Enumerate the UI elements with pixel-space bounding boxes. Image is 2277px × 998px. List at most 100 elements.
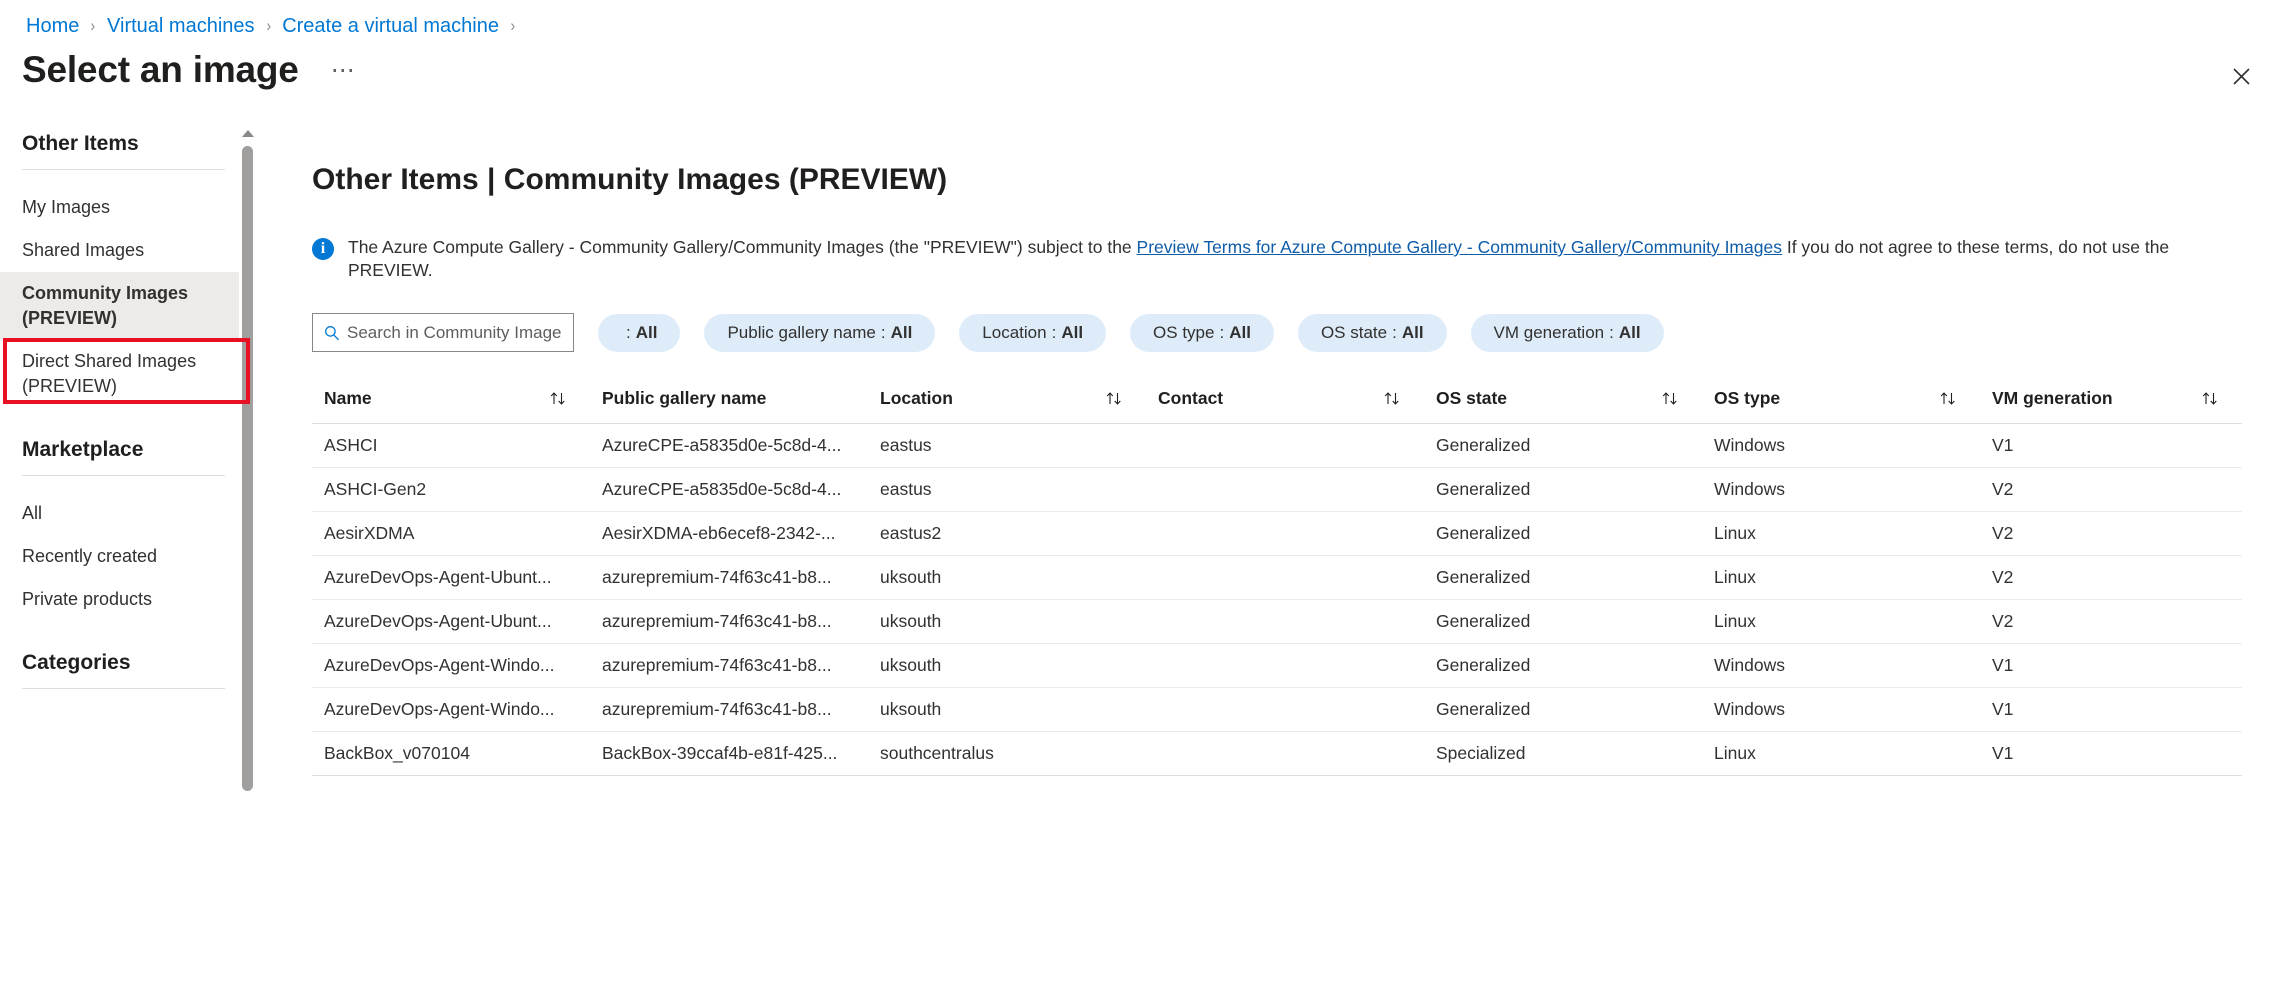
table-header-row: Name Public gallery name (312, 378, 2242, 424)
sidebar-item-private-products[interactable]: Private products (0, 578, 255, 621)
sort-icon[interactable] (549, 391, 568, 406)
column-header-vm-generation[interactable]: VM generation (1980, 378, 2242, 424)
cell-vm-generation: V2 (1980, 512, 2242, 556)
sort-icon[interactable] (1661, 391, 1680, 406)
sidebar-scrollbar[interactable] (239, 128, 255, 843)
column-header-label: OS type (1714, 388, 1780, 409)
sidebar-scroll-area: Other Items My Images Shared Images Comm… (0, 128, 255, 843)
close-button[interactable] (2222, 57, 2260, 95)
table-row[interactable]: ASHCI AzureCPE-a5835d0e-5c8d-4... eastus… (312, 424, 2242, 468)
sidebar-section-heading-categories: Categories (0, 651, 255, 675)
scroll-up-arrow-icon[interactable] (242, 130, 254, 137)
filter-pill-key: OS type (1153, 323, 1214, 343)
filter-pill-location[interactable]: Location:All (959, 314, 1106, 352)
breadcrumb-item-home[interactable]: Home (26, 13, 79, 39)
sort-icon[interactable] (1383, 391, 1402, 406)
table-row[interactable]: AzureDevOps-Agent-Windo... azurepremium-… (312, 644, 2242, 688)
column-header-label: Contact (1158, 388, 1223, 409)
sort-icon[interactable] (1105, 391, 1124, 406)
info-banner-text: The Azure Compute Gallery - Community Ga… (348, 236, 2212, 282)
table-row[interactable]: AesirXDMA AesirXDMA-eb6ecef8-2342-... ea… (312, 512, 2242, 556)
cell-public-gallery-name: BackBox-39ccaf4b-e81f-425... (590, 732, 868, 776)
cell-contact (1146, 688, 1424, 732)
cell-os-state: Generalized (1424, 600, 1702, 644)
cell-public-gallery-name: azurepremium-74f63c41-b8... (590, 688, 868, 732)
cell-vm-generation: V2 (1980, 556, 2242, 600)
breadcrumb-separator-icon: › (266, 13, 271, 39)
sort-icon[interactable] (1939, 391, 1958, 406)
scrollbar-thumb[interactable] (242, 146, 253, 791)
filter-pill-0[interactable]: :All (598, 314, 680, 352)
column-header-name[interactable]: Name (312, 378, 590, 424)
column-header-location[interactable]: Location (868, 378, 1146, 424)
cell-os-type: Windows (1702, 644, 1980, 688)
search-icon (324, 325, 340, 341)
cell-contact (1146, 644, 1424, 688)
cell-vm-generation: V1 (1980, 644, 2242, 688)
main-title: Other Items | Community Images (PREVIEW) (312, 160, 2242, 200)
close-icon (2233, 68, 2250, 85)
sidebar-item-community-images-preview[interactable]: Community Images (PREVIEW) (0, 272, 255, 340)
cell-contact (1146, 556, 1424, 600)
filter-pill-key: Public gallery name (727, 323, 875, 343)
filter-pill-value: All (1229, 323, 1251, 343)
cell-os-type: Windows (1702, 468, 1980, 512)
sidebar-item-my-images[interactable]: My Images (0, 186, 255, 229)
column-header-os-type[interactable]: OS type (1702, 378, 1980, 424)
breadcrumb-item-create-a-virtual-machine[interactable]: Create a virtual machine (282, 13, 499, 39)
sidebar: Other Items My Images Shared Images Comm… (0, 128, 255, 843)
cell-location: uksouth (868, 688, 1146, 732)
main-content: Other Items | Community Images (PREVIEW)… (312, 160, 2242, 776)
filter-pill-os-type[interactable]: OS type:All (1130, 314, 1274, 352)
more-options-icon[interactable]: ⋯ (331, 61, 357, 81)
cell-vm-generation: V1 (1980, 424, 2242, 468)
cell-location: uksouth (868, 600, 1146, 644)
sidebar-item-direct-shared-images-preview[interactable]: Direct Shared Images (PREVIEW) (0, 340, 255, 408)
cell-contact (1146, 468, 1424, 512)
images-table: Name Public gallery name (312, 378, 2242, 776)
cell-name: AzureDevOps-Agent-Ubunt... (312, 600, 590, 644)
sidebar-item-shared-images[interactable]: Shared Images (0, 229, 255, 272)
cell-public-gallery-name: AzureCPE-a5835d0e-5c8d-4... (590, 468, 868, 512)
cell-name: BackBox_v070104 (312, 732, 590, 776)
page-title: Select an image (22, 48, 299, 92)
cell-public-gallery-name: azurepremium-74f63c41-b8... (590, 600, 868, 644)
cell-contact (1146, 424, 1424, 468)
breadcrumb: Home › Virtual machines › Create a virtu… (26, 13, 527, 39)
table-body: ASHCI AzureCPE-a5835d0e-5c8d-4... eastus… (312, 424, 2242, 776)
column-header-contact[interactable]: Contact (1146, 378, 1424, 424)
table-row[interactable]: ASHCI-Gen2 AzureCPE-a5835d0e-5c8d-4... e… (312, 468, 2242, 512)
search-input[interactable] (347, 323, 562, 343)
table-row[interactable]: AzureDevOps-Agent-Ubunt... azurepremium-… (312, 556, 2242, 600)
filter-pill-vm-generation[interactable]: VM generation:All (1471, 314, 1664, 352)
cell-name: ASHCI-Gen2 (312, 468, 590, 512)
column-header-label: VM generation (1992, 388, 2113, 409)
cell-contact (1146, 512, 1424, 556)
cell-public-gallery-name: azurepremium-74f63c41-b8... (590, 556, 868, 600)
filter-pill-os-state[interactable]: OS state:All (1298, 314, 1447, 352)
cell-location: eastus2 (868, 512, 1146, 556)
filter-pill-value: All (1619, 323, 1641, 343)
info-text-before: The Azure Compute Gallery - Community Ga… (348, 237, 1137, 257)
filter-row: :All Public gallery name:All Location:Al… (312, 313, 2242, 352)
breadcrumb-item-virtual-machines[interactable]: Virtual machines (107, 13, 254, 39)
search-box[interactable] (312, 313, 574, 352)
cell-name: AzureDevOps-Agent-Windo... (312, 688, 590, 732)
table-row[interactable]: AzureDevOps-Agent-Windo... azurepremium-… (312, 688, 2242, 732)
cell-public-gallery-name: AzureCPE-a5835d0e-5c8d-4... (590, 424, 868, 468)
filter-pill-key: OS state (1321, 323, 1387, 343)
table-row[interactable]: BackBox_v070104 BackBox-39ccaf4b-e81f-42… (312, 732, 2242, 776)
column-header-public-gallery-name[interactable]: Public gallery name (590, 378, 868, 424)
sidebar-item-all[interactable]: All (0, 492, 255, 535)
sort-icon[interactable] (2201, 391, 2220, 406)
column-header-os-state[interactable]: OS state (1424, 378, 1702, 424)
filter-pill-value: All (891, 323, 913, 343)
filter-pill-value: All (1402, 323, 1424, 343)
cell-vm-generation: V2 (1980, 468, 2242, 512)
preview-terms-link[interactable]: Preview Terms for Azure Compute Gallery … (1137, 237, 1782, 257)
cell-os-type: Windows (1702, 424, 1980, 468)
filter-pill-public-gallery-name[interactable]: Public gallery name:All (704, 314, 935, 352)
sidebar-item-recently-created[interactable]: Recently created (0, 535, 255, 578)
cell-location: eastus (868, 424, 1146, 468)
table-row[interactable]: AzureDevOps-Agent-Ubunt... azurepremium-… (312, 600, 2242, 644)
